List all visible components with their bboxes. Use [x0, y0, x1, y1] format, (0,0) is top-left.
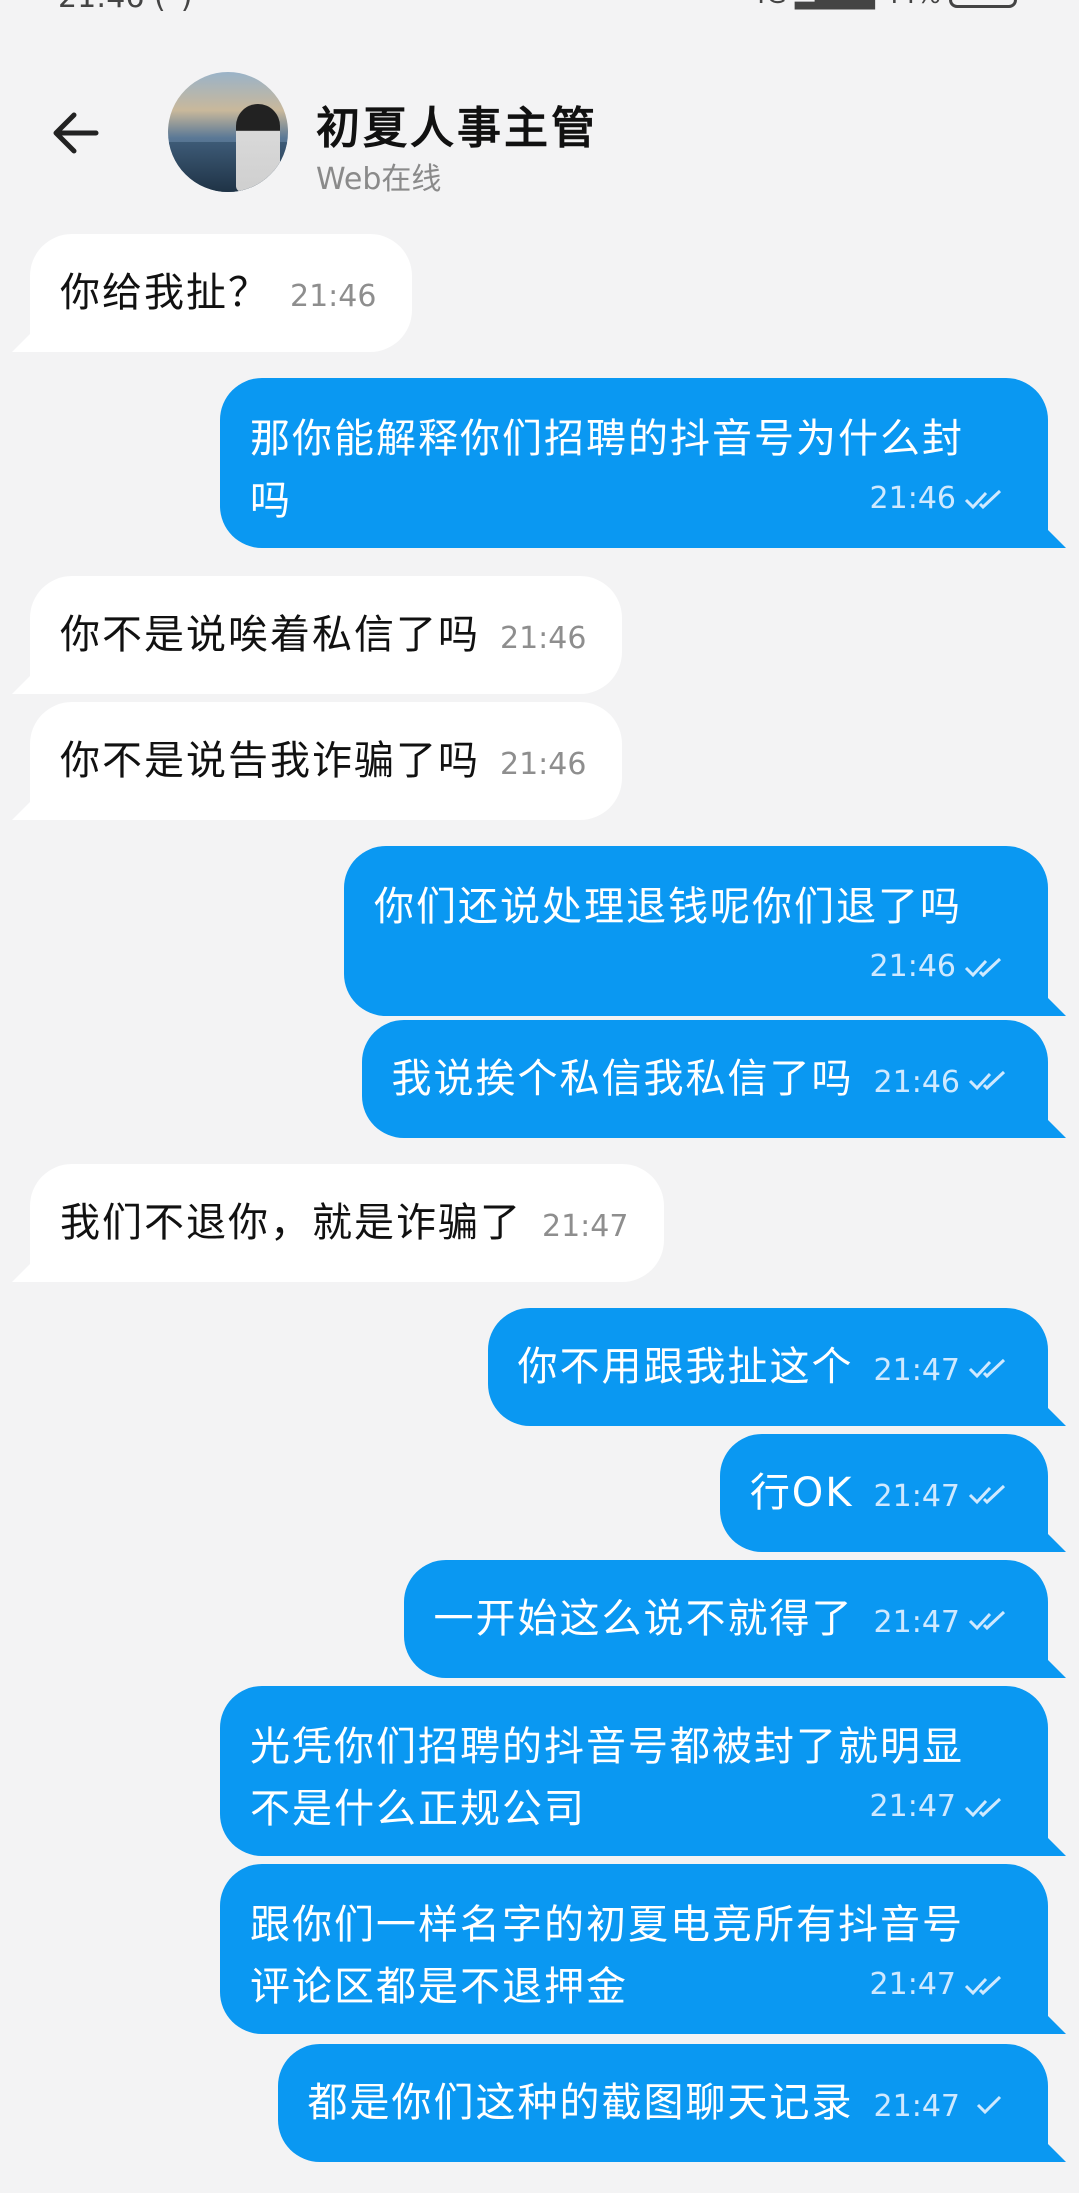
message-time: 21:47 — [869, 1789, 956, 1824]
check-icon — [976, 2095, 1002, 2115]
status-indicators: 4G ▂▄▆█ 44% — [750, 0, 1017, 10]
outgoing-message[interactable]: 都是你们这种的截图聊天记录 21:47 — [277, 2044, 1048, 2162]
message-text: 我们不退你，就是诈骗了 — [60, 1200, 522, 1246]
battery-icon — [949, 0, 1017, 8]
message-time: 21:47 — [873, 1605, 960, 1640]
incoming-message[interactable]: 你不是说唉着私信了吗 21:46 — [30, 576, 623, 694]
message-meta: 21:47 — [870, 1776, 1008, 1838]
message-time: 21:46 — [500, 621, 587, 656]
message-text: 光凭你们招聘的抖音号都被封了就明显不是什么正规公司 — [250, 1724, 964, 1832]
status-time: 21:46 (*) — [58, 0, 192, 14]
double-check-icon — [968, 1070, 1006, 1091]
double-check-icon — [964, 489, 1002, 509]
chat-header: 初夏人事主管 Web在线 — [0, 40, 1079, 220]
message-meta: 21:47 — [870, 1954, 1008, 2016]
outgoing-message[interactable]: 行OK 21:47 — [719, 1434, 1048, 1552]
incoming-message[interactable]: 你给我扯？ 21:46 — [30, 234, 413, 352]
message-meta: 21:46 — [870, 468, 1008, 530]
message-text: 你不用跟我扯这个 — [517, 1344, 854, 1390]
incoming-message[interactable]: 你不是说告我诈骗了吗 21:46 — [30, 702, 623, 820]
online-status: Web在线 — [316, 162, 442, 197]
back-button[interactable] — [48, 106, 102, 160]
message-text: 那你能解释你们招聘的抖音号为什么封吗 — [250, 416, 964, 524]
message-text: 都是你们这种的截图聊天记录 — [307, 2080, 854, 2126]
status-signal-battery-text: 4G ▂▄▆█ 44% — [750, 0, 941, 10]
message-time: 21:47 — [873, 1479, 960, 1514]
message-time: 21:47 — [869, 1967, 956, 2002]
message-text: 你不是说唉着私信了吗 — [60, 612, 480, 658]
status-bar: 21:46 (*) 4G ▂▄▆█ 44% — [0, 0, 1079, 14]
double-check-icon — [964, 957, 1002, 977]
double-check-icon — [964, 1975, 1002, 1995]
double-check-icon — [968, 1358, 1006, 1379]
message-text: 我说挨个私信我私信了吗 — [391, 1056, 854, 1102]
message-text: 你不是说告我诈骗了吗 — [60, 738, 480, 784]
message-time: 21:46 — [869, 949, 956, 984]
contact-name[interactable]: 初夏人事主管 — [316, 92, 598, 156]
outgoing-message[interactable]: 跟你们一样名字的初夏电竞所有抖音号评论区都是不退押金 21:47 — [220, 1864, 1048, 2034]
message-time: 21:47 — [873, 1353, 960, 1388]
message-text: 你们还说处理退钱呢你们退了吗 — [374, 884, 962, 930]
outgoing-message[interactable]: 光凭你们招聘的抖音号都被封了就明显不是什么正规公司 21:47 — [220, 1686, 1048, 1856]
outgoing-message[interactable]: 那你能解释你们招聘的抖音号为什么封吗 21:46 — [220, 378, 1048, 548]
outgoing-message[interactable]: 你不用跟我扯这个 21:47 — [487, 1308, 1048, 1426]
arrow-left-icon — [53, 112, 99, 154]
message-time: 21:47 — [542, 1209, 629, 1244]
double-check-icon — [968, 1484, 1006, 1505]
avatar[interactable] — [168, 72, 288, 192]
message-text: 跟你们一样名字的初夏电竞所有抖音号评论区都是不退押金 — [250, 1902, 964, 2010]
outgoing-message[interactable]: 一开始这么说不就得了 21:47 — [403, 1560, 1048, 1678]
message-time: 21:46 — [290, 279, 377, 314]
message-time: 21:46 — [873, 1065, 960, 1100]
message-time: 21:47 — [873, 2089, 960, 2124]
message-time: 21:46 — [500, 747, 587, 782]
message-meta: 21:46 — [870, 936, 1008, 998]
message-text: 行OK — [749, 1470, 854, 1516]
outgoing-message[interactable]: 我说挨个私信我私信了吗 21:46 — [361, 1020, 1048, 1138]
incoming-message[interactable]: 我们不退你，就是诈骗了 21:47 — [30, 1164, 665, 1282]
outgoing-message[interactable]: 你们还说处理退钱呢你们退了吗 21:46 — [344, 846, 1048, 1016]
message-text: 你给我扯？ — [60, 270, 270, 316]
message-text: 一开始这么说不就得了 — [433, 1596, 854, 1642]
double-check-icon — [964, 1797, 1002, 1817]
double-check-icon — [968, 1610, 1006, 1631]
message-time: 21:46 — [869, 481, 956, 516]
